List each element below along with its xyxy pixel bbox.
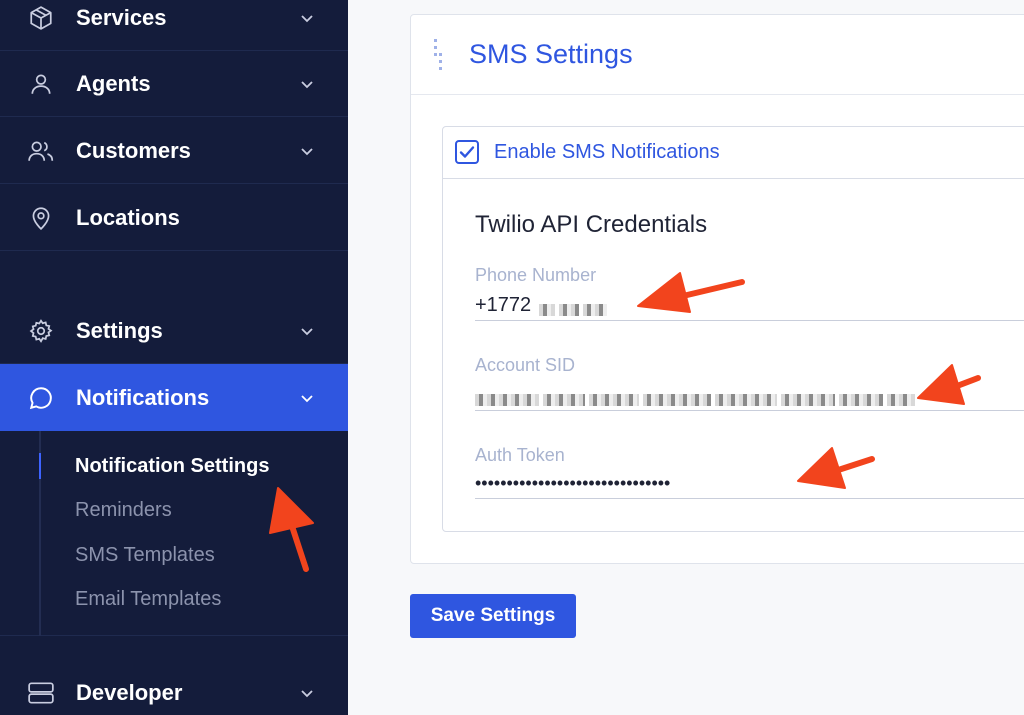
auth-token-field[interactable]: ••••••••••••••••••••••••••••••• — [475, 465, 1024, 499]
chevron-down-icon — [301, 147, 313, 155]
card-title: SMS Settings — [469, 39, 633, 69]
redacted-block — [539, 298, 611, 321]
submenu-item-reminders[interactable]: Reminders — [75, 499, 172, 522]
redacted-block — [475, 388, 919, 411]
submenu-item-email-templates[interactable]: Email Templates — [75, 588, 221, 611]
auth-token-value: ••••••••••••••••••••••••••••••• — [475, 473, 671, 493]
users-icon — [27, 137, 55, 165]
chevron-down-icon — [301, 690, 313, 698]
sidebar-item-customers[interactable]: Customers — [0, 118, 348, 184]
sidebar-item-notifications[interactable]: Notifications — [0, 364, 348, 431]
section-title: Twilio API Credentials — [475, 211, 708, 238]
submenu-item-notification-settings[interactable]: Notification Settings — [75, 455, 269, 478]
sidebar-item-locations[interactable]: Locations — [0, 185, 348, 251]
account-sid-label: Account SID — [475, 355, 576, 375]
sidebar-item-label: Locations — [76, 204, 180, 230]
sidebar-item-label: Customers — [76, 137, 191, 163]
sidebar-item-settings[interactable]: Settings — [0, 298, 348, 364]
auth-token-label: Auth Token — [475, 445, 565, 465]
account-sid-field[interactable] — [475, 377, 1024, 411]
phone-number-value: +1772 — [475, 294, 532, 316]
box-icon — [27, 4, 55, 32]
drag-handle-icon[interactable] — [433, 39, 443, 71]
notifications-submenu: Notification Settings Reminders SMS Temp… — [0, 431, 348, 636]
sidebar-item-label: Agents — [76, 70, 151, 96]
chevron-down-icon — [301, 327, 313, 335]
chevron-down-icon — [301, 80, 313, 88]
enable-sms-row: Enable SMS Notifications — [443, 127, 1024, 179]
sidebar-item-services[interactable]: Services — [0, 0, 348, 51]
sidebar-item-developer[interactable]: Developer — [0, 660, 348, 715]
sms-settings-card: SMS Settings Enable SMS Notifications Tw… — [410, 14, 1024, 564]
map-pin-icon — [27, 204, 55, 232]
sidebar-item-label: Services — [76, 4, 167, 30]
sidebar-item-label: Notifications — [76, 384, 210, 410]
enable-sms-checkbox[interactable] — [455, 140, 479, 164]
phone-number-label: Phone Number — [475, 265, 597, 285]
sidebar-item-label: Settings — [76, 317, 163, 343]
sidebar-item-agents[interactable]: Agents — [0, 51, 348, 117]
chat-bubble-icon — [27, 384, 55, 412]
submenu-active-marker — [39, 453, 41, 479]
chevron-down-icon — [301, 14, 313, 22]
sms-settings-panel: Enable SMS Notifications Twilio API Cred… — [442, 126, 1024, 532]
gear-icon — [27, 317, 55, 345]
enable-sms-label[interactable]: Enable SMS Notifications — [494, 141, 720, 164]
submenu-item-sms-templates[interactable]: SMS Templates — [75, 544, 215, 567]
server-icon — [27, 679, 55, 707]
phone-number-field[interactable]: +1772 — [475, 287, 1024, 321]
sidebar: Services Agents Customers Locations Sett… — [0, 0, 348, 715]
user-icon — [27, 70, 55, 98]
checkmark-icon — [459, 146, 475, 158]
card-header: SMS Settings — [411, 15, 1024, 95]
save-settings-button[interactable]: Save Settings — [410, 594, 576, 638]
chevron-down-icon — [301, 394, 313, 402]
sidebar-item-label: Developer — [76, 680, 183, 705]
